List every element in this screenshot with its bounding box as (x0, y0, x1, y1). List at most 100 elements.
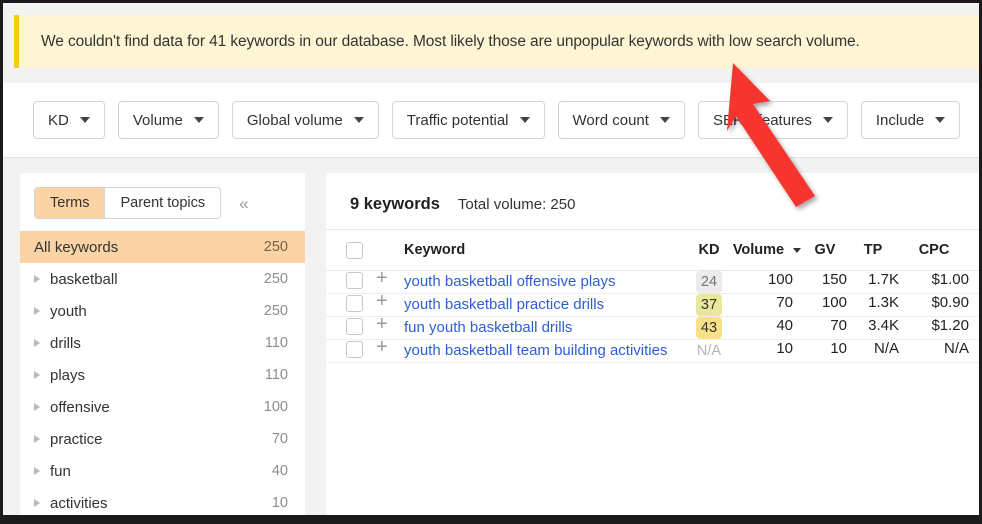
kd-badge: 43 (696, 317, 722, 339)
terms-sidebar: Terms Parent topics « All keywords 250 b… (20, 173, 305, 524)
column-header-cpc[interactable]: CPC (899, 230, 982, 271)
filter-button-global-volume-label: Global volume (247, 112, 343, 129)
sidebar-item-activities[interactable]: activities 10 (20, 487, 305, 519)
expand-triangle-icon[interactable] (34, 467, 40, 475)
row-volume-cell: 10 (731, 340, 803, 363)
filter-button-include[interactable]: Include (861, 101, 960, 139)
row-select-cell (326, 317, 376, 340)
expand-triangle-icon[interactable] (34, 275, 40, 283)
row-keyword-cell: youth basketball offensive plays (404, 271, 687, 294)
column-header-gv[interactable]: GV (803, 230, 847, 271)
column-header-keyword-label: Keyword (404, 242, 465, 258)
row-kd-cell: 43 (687, 317, 731, 340)
sort-descending-icon[interactable] (793, 248, 801, 253)
expand-triangle-icon[interactable] (34, 307, 40, 315)
row-checkbox[interactable] (346, 272, 363, 289)
sidebar-item-count: 250 (264, 303, 288, 319)
sidebar-item-count: 40 (272, 463, 288, 479)
sidebar-item-count: 110 (265, 335, 288, 351)
sidebar-item-basketball[interactable]: basketball 250 (20, 263, 305, 295)
tab-terms-label: Terms (50, 195, 89, 211)
filter-button-global-volume[interactable]: Global volume (232, 101, 379, 139)
keyword-count: 9 keywords (350, 173, 440, 214)
keyword-link[interactable]: youth basketball offensive plays (404, 273, 616, 290)
filter-button-word-count-label: Word count (573, 112, 649, 129)
column-header-tp-label: TP (864, 242, 883, 258)
chevron-down-icon (80, 117, 90, 123)
spacer-cell (376, 230, 404, 271)
column-header-volume[interactable]: Volume (731, 230, 803, 271)
table-header: Keyword KD Volume GV TP (326, 230, 982, 271)
row-tp-cell: 3.4K (847, 317, 899, 340)
expand-triangle-icon[interactable] (34, 403, 40, 411)
column-header-volume-label: Volume (733, 242, 784, 258)
filter-button-word-count[interactable]: Word count (558, 101, 685, 139)
chevron-down-icon (823, 117, 833, 123)
select-all-cell (326, 230, 376, 271)
sidebar-tab-group: Terms Parent topics (34, 187, 221, 219)
filter-button-volume[interactable]: Volume (118, 101, 219, 139)
add-keyword-icon[interactable]: + (376, 317, 388, 332)
add-keyword-icon[interactable]: + (376, 294, 388, 309)
total-volume: Total volume: 250 (458, 174, 576, 213)
app-screenshot: We couldn't find data for 41 keywords in… (0, 0, 982, 524)
add-keyword-icon[interactable]: + (376, 271, 388, 286)
chevron-down-icon (660, 117, 670, 123)
sidebar-item-count: 70 (272, 431, 288, 447)
sidebar-item-all-keywords[interactable]: All keywords 250 (20, 231, 305, 263)
row-add-cell: + (376, 340, 404, 363)
row-gv-cell: 100 (803, 294, 847, 317)
table-row: + youth basketball offensive plays 24 10… (326, 271, 982, 294)
filter-button-kd[interactable]: KD (33, 101, 105, 139)
row-gv-cell: 70 (803, 317, 847, 340)
row-keyword-cell: youth basketball team building activitie… (404, 340, 687, 363)
filter-button-traffic-potential[interactable]: Traffic potential (392, 101, 545, 139)
filter-toolbar: KD Volume Global volume Traffic potentia… (3, 83, 979, 158)
sidebar-item-fun[interactable]: fun 40 (20, 455, 305, 487)
column-header-kd[interactable]: KD (687, 230, 731, 271)
column-header-tp[interactable]: TP (847, 230, 899, 271)
expand-triangle-icon[interactable] (34, 371, 40, 379)
sidebar-item-count: 10 (272, 495, 288, 511)
sidebar-item-label: All keywords (34, 239, 264, 256)
row-gv-cell: 150 (803, 271, 847, 294)
tab-terms[interactable]: Terms (35, 188, 104, 218)
sidebar-item-label: basketball (50, 271, 264, 288)
chevron-down-icon (935, 117, 945, 123)
sidebar-item-label: youth (50, 303, 264, 320)
tab-parent-topics[interactable]: Parent topics (104, 188, 220, 218)
row-checkbox[interactable] (346, 318, 363, 335)
sidebar-item-label: activities (50, 495, 272, 512)
column-header-keyword[interactable]: Keyword (404, 230, 687, 271)
expand-triangle-icon[interactable] (34, 339, 40, 347)
filter-button-kd-label: KD (48, 112, 69, 129)
sidebar-item-count: 250 (264, 239, 288, 255)
row-keyword-cell: fun youth basketball drills (404, 317, 687, 340)
sidebar-item-practice[interactable]: practice 70 (20, 423, 305, 455)
banner-message: We couldn't find data for 41 keywords in… (19, 33, 860, 51)
sidebar-item-offensive[interactable]: offensive 100 (20, 391, 305, 423)
add-keyword-icon[interactable]: + (376, 340, 388, 355)
keyword-link[interactable]: youth basketball team building activitie… (404, 342, 667, 359)
filter-button-include-label: Include (876, 112, 924, 129)
row-cpc-cell: $1.20 (899, 317, 982, 340)
select-all-checkbox[interactable] (346, 242, 363, 259)
sidebar-item-youth[interactable]: youth 250 (20, 295, 305, 327)
row-checkbox[interactable] (346, 295, 363, 312)
row-cpc-cell: $1.00 (899, 271, 982, 294)
row-tp-cell: 1.3K (847, 294, 899, 317)
sidebar-tab-bar: Terms Parent topics « (20, 173, 305, 231)
keyword-link[interactable]: youth basketball practice drills (404, 296, 604, 313)
keyword-link[interactable]: fun youth basketball drills (404, 319, 572, 336)
sidebar-item-count: 110 (265, 367, 288, 383)
filter-button-serp-features[interactable]: SERP features (698, 101, 848, 139)
sidebar-item-drills[interactable]: drills 110 (20, 327, 305, 359)
row-checkbox[interactable] (346, 341, 363, 358)
row-kd-cell: N/A (687, 340, 731, 363)
sidebar-item-count: 250 (264, 271, 288, 287)
expand-triangle-icon[interactable] (34, 499, 40, 507)
expand-triangle-icon[interactable] (34, 435, 40, 443)
kd-badge: 37 (696, 294, 722, 316)
sidebar-item-plays[interactable]: plays 110 (20, 359, 305, 391)
collapse-sidebar-icon[interactable]: « (239, 195, 248, 212)
